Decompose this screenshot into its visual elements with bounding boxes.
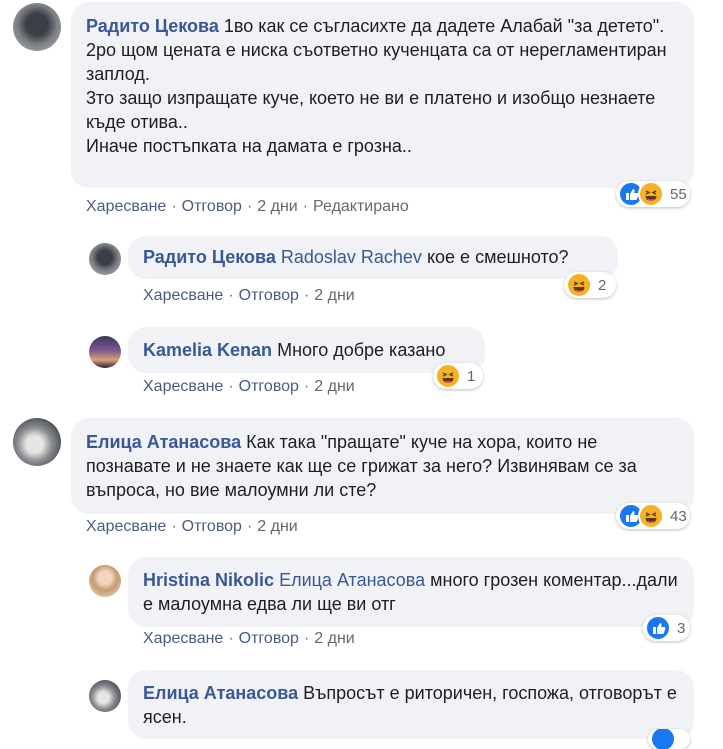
reaction-count: 1 — [467, 367, 476, 385]
timestamp[interactable]: 2 дни — [314, 630, 354, 647]
reply-link[interactable]: Отговор — [239, 378, 299, 395]
reactions-summary[interactable]: 1 — [433, 363, 483, 389]
reactions-summary[interactable]: 43 — [616, 503, 690, 529]
comment-bubble: Радито Цекова 1во как се съгласихте да д… — [71, 2, 694, 188]
comment-actions: Харесване · Отговор · 2 дни — [143, 287, 355, 304]
avatar[interactable] — [13, 3, 61, 51]
timestamp[interactable]: 2 дни — [314, 287, 354, 304]
reply-link[interactable]: Отговор — [239, 630, 299, 647]
like-link[interactable]: Харесване — [143, 378, 223, 395]
reaction-count: 2 — [598, 276, 607, 294]
comment-author[interactable]: Hristina Nikolic — [143, 570, 274, 590]
comment-bubble: Радито Цекова Radoslav Rachev кое е смеш… — [128, 236, 618, 279]
reactions-summary[interactable] — [648, 729, 690, 749]
like-link[interactable]: Харесване — [86, 518, 166, 535]
comment-bubble: Hristina Nikolic Елица Атанасова много г… — [128, 557, 694, 627]
like-icon — [645, 615, 671, 641]
reaction-count: 43 — [670, 507, 687, 525]
mention-link[interactable]: Radoslav Rachev — [281, 247, 422, 267]
like-link[interactable]: Харесване — [86, 198, 166, 215]
comment-text: 1во как се съгласихте да дадете Алабай "… — [86, 16, 667, 156]
comment-bubble: Kamelia Kenan Много добре казано — [128, 327, 485, 373]
avatar[interactable] — [89, 336, 121, 368]
timestamp[interactable]: 2 дни — [257, 198, 297, 215]
reactions-summary[interactable]: 2 — [564, 272, 616, 298]
avatar[interactable] — [89, 565, 121, 597]
reactions-summary[interactable]: 55 — [616, 181, 690, 207]
comment-author[interactable]: Радито Цекова — [143, 247, 276, 267]
comment-text: Много добре казано — [277, 340, 446, 360]
comment-bubble: Елица Атанасова Как така "пращате" куче … — [71, 418, 694, 514]
reply-link[interactable]: Отговор — [239, 287, 299, 304]
like-icon — [650, 729, 676, 749]
timestamp[interactable]: 2 дни — [314, 378, 354, 395]
avatar[interactable] — [89, 243, 121, 275]
reply-link[interactable]: Отговор — [182, 198, 242, 215]
reaction-count: 3 — [677, 619, 686, 637]
reply-link[interactable]: Отговор — [182, 518, 242, 535]
comment-bubble: Елица Атанасова Въпросът е риторичен, го… — [128, 670, 694, 739]
timestamp[interactable]: 2 дни — [257, 518, 297, 535]
reactions-summary[interactable]: 3 — [643, 615, 690, 641]
comment-text: кое е смешното? — [426, 247, 569, 267]
comment-actions: Харесване · Отговор · 2 дни — [143, 630, 355, 647]
comment-author[interactable]: Елица Атанасова — [143, 683, 298, 703]
haha-icon — [638, 181, 664, 207]
like-link[interactable]: Харесване — [143, 287, 223, 304]
reaction-count: 55 — [670, 185, 687, 203]
comment-actions: Харесване · Отговор · 2 дни · Редактирано — [86, 198, 409, 215]
comment-actions: Харесване · Отговор · 2 дни — [86, 518, 298, 535]
comment-actions: Харесване · Отговор · 2 дни — [143, 378, 355, 395]
haha-icon — [435, 363, 461, 389]
haha-icon — [566, 272, 592, 298]
comment-author[interactable]: Kamelia Kenan — [143, 340, 272, 360]
edited-label[interactable]: Редактирано — [313, 198, 409, 215]
haha-icon — [638, 503, 664, 529]
comment-author[interactable]: Елица Атанасова — [86, 432, 241, 452]
avatar[interactable] — [89, 680, 121, 712]
comment-author[interactable]: Радито Цекова — [86, 16, 219, 36]
like-link[interactable]: Харесване — [143, 630, 223, 647]
avatar[interactable] — [13, 418, 61, 466]
mention-link[interactable]: Елица Атанасова — [279, 570, 425, 590]
